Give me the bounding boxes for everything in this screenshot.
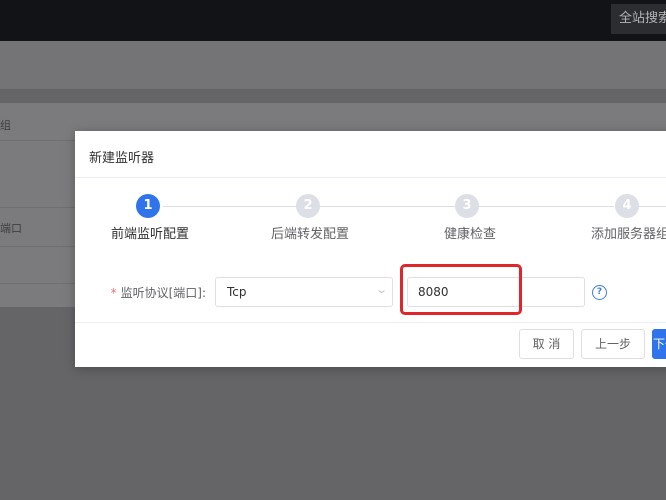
protocol-select-value: Tcp: [227, 285, 247, 299]
dialog-header-divider: [75, 177, 666, 178]
chevron-down-icon: ⌄: [374, 283, 388, 296]
cancel-button[interactable]: 取 消: [519, 329, 574, 359]
table-column-header-fragment: 组: [0, 119, 11, 132]
step-1-icon: 1: [136, 194, 160, 218]
new-listener-dialog: 新建监听器 1 2 3 4 前端监听配置 后端转发配置 健康检查 添加服务器组 …: [75, 131, 666, 367]
previous-step-button[interactable]: 上一步: [581, 329, 645, 359]
protocol-port-label: * 监听协议[端口]:: [75, 284, 206, 301]
step-2-label: 后端转发配置: [271, 227, 350, 242]
step-connector: [163, 206, 298, 207]
page-header-area: [0, 41, 666, 89]
step-1-label: 前端监听配置: [111, 227, 190, 242]
top-navigation-bar: 全站搜索: [0, 0, 666, 41]
step-3-icon: 3: [455, 194, 479, 218]
step-4-label: 添加服务器组: [591, 227, 666, 242]
dialog-title: 新建监听器: [89, 151, 155, 166]
step-connector: [320, 206, 455, 207]
step-3-label: 健康检查: [444, 227, 497, 242]
step-4-icon: 4: [615, 194, 639, 218]
step-connector: [479, 206, 614, 207]
step-connector: [639, 206, 666, 207]
next-step-button[interactable]: 下一步: [652, 329, 666, 359]
table-cell-fragment: 端口: [0, 222, 22, 235]
protocol-port-label-text: 监听协议[端口]:: [120, 286, 206, 300]
dialog-footer-divider: [75, 322, 666, 323]
help-icon[interactable]: ?: [592, 285, 607, 300]
global-search-box[interactable]: 全站搜索: [611, 4, 666, 34]
annotation-highlight-box: [400, 264, 522, 315]
required-mark: *: [110, 286, 117, 300]
protocol-select[interactable]: Tcp ⌄: [215, 277, 393, 307]
step-2-icon: 2: [296, 194, 320, 218]
